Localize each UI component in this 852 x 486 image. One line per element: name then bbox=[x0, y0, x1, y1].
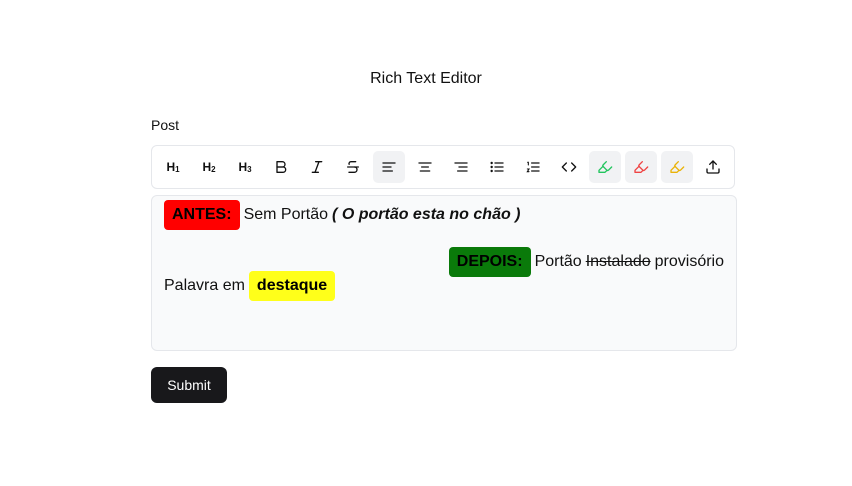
highlighter-yellow-icon bbox=[670, 161, 685, 173]
antes-emphasis: ( O portão esta no chão ) bbox=[332, 206, 521, 223]
page-title: Rich Text Editor bbox=[370, 70, 482, 87]
heading-1-button[interactable]: H1 bbox=[157, 151, 189, 183]
depois-text-before: Portão bbox=[534, 253, 582, 270]
depois-strike: Instalado bbox=[585, 253, 651, 270]
submit-button[interactable]: Submit bbox=[151, 367, 227, 403]
bold-icon bbox=[276, 161, 287, 173]
bullet-list-button[interactable] bbox=[481, 151, 513, 183]
heading-2-icon: H2 bbox=[202, 160, 216, 174]
code-icon bbox=[561, 162, 577, 172]
highlight-yellow-button[interactable] bbox=[661, 151, 693, 183]
upload-button[interactable] bbox=[697, 151, 729, 183]
align-right-button[interactable] bbox=[445, 151, 477, 183]
align-left-button[interactable] bbox=[373, 151, 405, 183]
editor-toolbar: H1 H2 H3 bbox=[151, 145, 735, 189]
heading-1-icon: H1 bbox=[166, 160, 180, 174]
align-left-icon bbox=[382, 162, 396, 172]
align-center-icon bbox=[418, 162, 432, 172]
post-label: Post bbox=[151, 117, 180, 133]
antes-text: Sem Portão bbox=[243, 206, 329, 223]
bold-button[interactable] bbox=[265, 151, 297, 183]
highlighter-red-icon bbox=[634, 161, 649, 173]
heading-3-button[interactable]: H3 bbox=[229, 151, 261, 183]
destaque-text: Palavra em bbox=[164, 277, 245, 294]
heading-2-button[interactable]: H2 bbox=[193, 151, 225, 183]
highlight-green-button[interactable] bbox=[589, 151, 621, 183]
antes-tag: ANTES: bbox=[164, 200, 240, 230]
upload-icon bbox=[706, 160, 720, 174]
align-right-icon bbox=[454, 162, 468, 172]
ordered-list-icon bbox=[526, 161, 540, 173]
ordered-list-button[interactable] bbox=[517, 151, 549, 183]
editor-line-depois: DEPOIS: Portão Instalado provisório bbox=[448, 247, 724, 277]
code-button[interactable] bbox=[553, 151, 585, 183]
editor-content-area[interactable]: ANTES: Sem Portão ( O portão esta no chã… bbox=[151, 195, 737, 351]
destaque-highlight: destaque bbox=[248, 271, 336, 301]
highlight-red-button[interactable] bbox=[625, 151, 657, 183]
depois-text-after: provisório bbox=[654, 253, 724, 270]
editor-line-antes: ANTES: Sem Portão ( O portão esta no chã… bbox=[164, 200, 521, 230]
bullet-list-icon bbox=[490, 161, 504, 173]
editor-line-destaque: Palavra em destaque bbox=[164, 271, 336, 301]
align-center-button[interactable] bbox=[409, 151, 441, 183]
strikethrough-icon bbox=[347, 161, 359, 173]
highlighter-green-icon bbox=[598, 161, 613, 173]
depois-tag: DEPOIS: bbox=[448, 247, 531, 277]
strikethrough-button[interactable] bbox=[337, 151, 369, 183]
heading-3-icon: H3 bbox=[238, 160, 252, 174]
italic-icon bbox=[311, 161, 323, 173]
italic-button[interactable] bbox=[301, 151, 333, 183]
